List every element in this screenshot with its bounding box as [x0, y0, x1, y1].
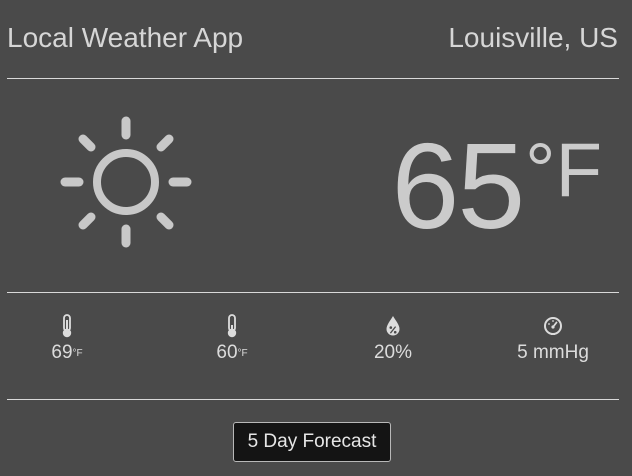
- stat-high-temp: 69°F: [12, 313, 122, 366]
- app-title: Local Weather App: [7, 22, 244, 53]
- temperature-value: 65: [391, 118, 525, 254]
- sun-icon: [60, 116, 192, 248]
- current-temperature: 65 °F: [391, 120, 602, 252]
- thermometer-icon: [227, 314, 237, 338]
- stat-humidity-value: 20%: [373, 342, 413, 363]
- stat-pressure: 5 mmHg: [498, 313, 608, 365]
- stat-humidity: 20%: [338, 313, 448, 365]
- stat-high-temp-value: 69°F: [51, 342, 83, 363]
- humidity-drop-icon: [386, 316, 400, 336]
- thermometer-icon: [62, 314, 72, 338]
- stat-low-temp-value: 60°F: [216, 342, 248, 363]
- stat-low-temp: 60°F: [177, 313, 287, 366]
- stat-pressure-value: 5 mmHg: [517, 342, 589, 363]
- location-label: Louisville, US: [448, 22, 618, 53]
- bottom-divider: [7, 399, 619, 400]
- five-day-forecast-button[interactable]: 5 Day Forecast: [233, 422, 391, 462]
- header-divider: [7, 78, 619, 79]
- temperature-unit: °F: [525, 128, 602, 213]
- pressure-gauge-icon: [544, 317, 562, 335]
- middle-divider: [7, 292, 619, 293]
